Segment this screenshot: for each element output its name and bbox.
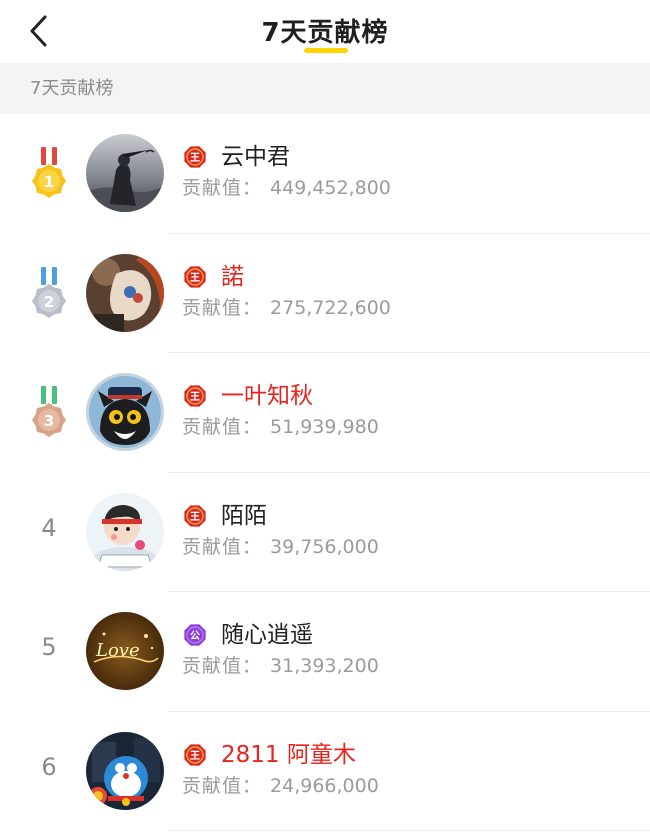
user-name[interactable]: 云中君 — [221, 142, 290, 172]
score-label: 贡献值： — [182, 535, 263, 558]
rank-number: 5 — [41, 633, 57, 661]
ranking-row[interactable]: 3 王 一叶知秋贡献值： 51,939,980 — [0, 353, 650, 473]
user-name[interactable]: 諾 — [221, 262, 244, 292]
name-line: 王諾 — [183, 262, 244, 292]
king-badge-icon: 王 — [183, 145, 207, 169]
score-value: 275,722,600 — [270, 296, 391, 319]
badge-text: 王 — [190, 750, 200, 762]
king-badge-icon: 王 — [183, 743, 207, 767]
ranking-row[interactable]: 5 Love 公 随心逍遥贡献值： 31,393,200 — [0, 592, 650, 712]
score-line: 贡献值： 275,722,600 — [182, 293, 391, 320]
ranking-row[interactable]: 6 王 2811 阿童木贡献值： 24,966,000 — [0, 712, 650, 831]
badge-text: 王 — [190, 152, 200, 164]
score-line: 贡献值： 39,756,000 — [182, 532, 379, 559]
bronze-medal-icon: 3 — [29, 386, 69, 438]
medal-rank-text: 1 — [44, 173, 54, 191]
gold-medal-icon: 1 — [29, 147, 69, 199]
king-badge-icon: 王 — [183, 504, 207, 528]
name-line: 王 陌陌 — [183, 501, 267, 531]
ranking-list: 1 王云中君 贡献值： 449,452,800 2 王諾贡献值： 275,722,600 3 王… — [0, 114, 650, 831]
user-name[interactable]: 2811 阿童木 — [221, 740, 356, 770]
ranking-page: 7天贡献榜 7天贡献榜 1 王云中君 贡献值： 449,452,800 2 王諾贡献值： 2… — [0, 0, 650, 832]
avatar[interactable] — [86, 134, 164, 212]
user-name[interactable]: 随心逍遥 — [221, 620, 313, 650]
avatar[interactable] — [86, 373, 164, 451]
badge-text: 公 — [190, 630, 200, 642]
ranking-row[interactable]: 1 王 云中君贡献值： 449,452,800 — [0, 114, 650, 234]
score-line: 贡献值： 449,452,800 — [182, 173, 391, 200]
score-label: 贡献值： — [182, 416, 263, 438]
score-line: 贡献值： 51,939,980 — [182, 412, 379, 439]
duke-badge-icon: 公 — [183, 623, 207, 647]
medal-rank-text: 3 — [44, 412, 54, 430]
ranking-row[interactable]: 2 王諾贡献值： 275,722,600 — [0, 234, 650, 353]
rank-number: 4 — [41, 513, 57, 542]
score-label: 贡献值： — [182, 655, 263, 677]
score-label: 贡献值： — [182, 177, 263, 199]
avatar[interactable] — [86, 731, 164, 810]
user-name[interactable]: 陌陌 — [221, 501, 267, 531]
ranking-row[interactable]: 4 王 陌陌贡献值： 39,756,000 — [0, 473, 650, 592]
badge-text: 王 — [190, 391, 200, 403]
title-underline — [304, 48, 348, 53]
silver-medal-icon: 2 — [29, 266, 69, 319]
score-value: 24,966,000 — [270, 774, 379, 797]
nav-header: 7天贡献榜 — [0, 0, 650, 63]
score-value: 31,393,200 — [270, 655, 379, 677]
king-badge-icon: 王 — [183, 265, 207, 289]
score-label: 贡献值： — [182, 296, 263, 319]
row-divider — [168, 830, 650, 831]
avatar[interactable]: Love — [86, 612, 164, 690]
score-value: 39,756,000 — [270, 535, 379, 558]
name-line: 王 2811 阿童木 — [183, 740, 356, 770]
medal-rank-text: 2 — [44, 293, 54, 311]
badge-text: 王 — [190, 511, 200, 523]
king-badge-icon: 王 — [183, 384, 207, 408]
score-line: 贡献值： 31,393,200 — [182, 651, 379, 678]
score-line: 贡献值： 24,966,000 — [182, 771, 379, 798]
name-line: 王 一叶知秋 — [183, 381, 313, 411]
score-label: 贡献值： — [182, 774, 263, 797]
page-title: 7天贡献榜 — [261, 18, 389, 48]
name-line: 公 随心逍遥 — [183, 620, 313, 650]
avatar[interactable] — [86, 253, 164, 332]
user-name[interactable]: 一叶知秋 — [221, 381, 313, 411]
rank-number: 6 — [41, 752, 57, 781]
badge-text: 王 — [190, 272, 200, 284]
avatar[interactable] — [86, 492, 164, 571]
section-header: 7天贡献榜 — [0, 63, 650, 114]
score-value: 449,452,800 — [270, 177, 391, 199]
name-line: 王 云中君 — [183, 142, 290, 172]
score-value: 51,939,980 — [270, 416, 379, 438]
